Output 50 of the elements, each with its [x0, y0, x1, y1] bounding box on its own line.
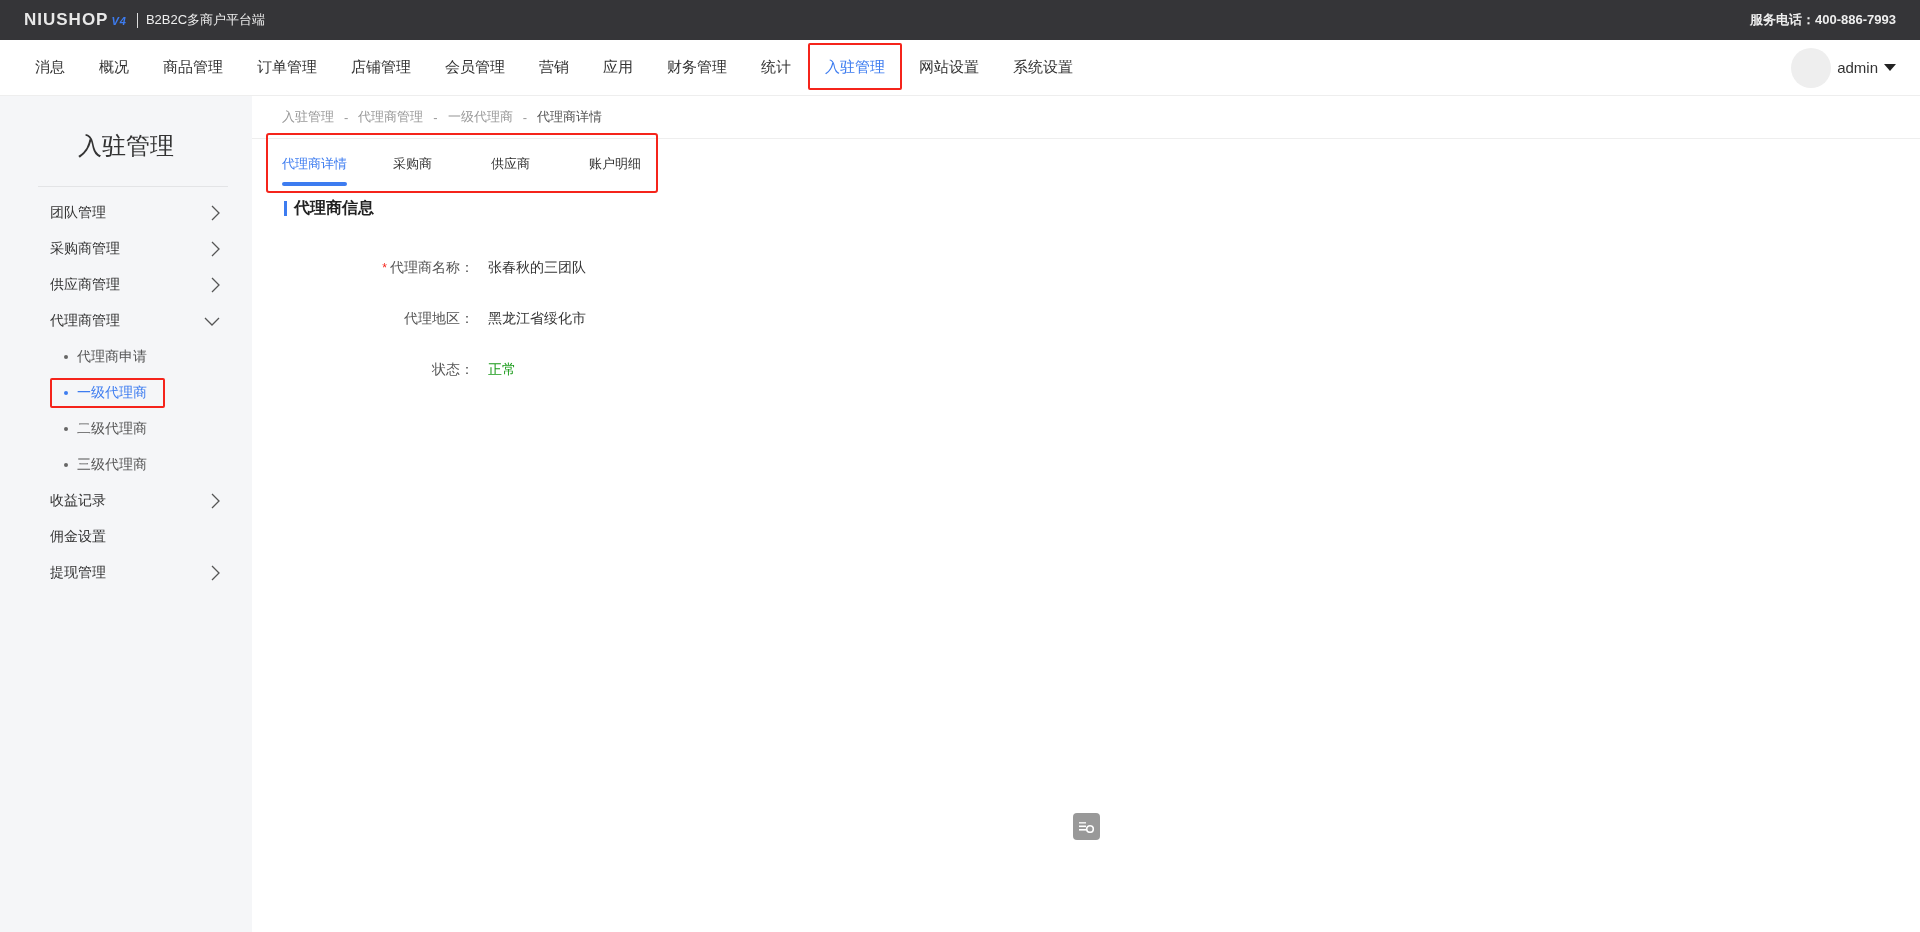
required-asterisk: *	[382, 260, 387, 275]
nav-item[interactable]: 入驻管理	[808, 40, 902, 95]
sidebar-item[interactable]: 团队管理	[50, 204, 106, 222]
sidebar-item[interactable]: 佣金设置	[50, 528, 106, 546]
nav-item[interactable]: 网站设置	[902, 40, 996, 95]
submenu-item[interactable]: 三级代理商	[77, 456, 147, 474]
nav-item[interactable]: 财务管理	[650, 40, 744, 95]
field-label: 状态：	[432, 360, 474, 379]
section-title: 代理商信息	[294, 198, 374, 218]
service-phone: 服务电话：400-886-7993	[1750, 11, 1896, 29]
tab[interactable]: 代理商详情	[282, 147, 347, 186]
user-name[interactable]: admin	[1837, 59, 1878, 76]
sidebar-item[interactable]: 采购商管理	[50, 240, 120, 258]
nav-item[interactable]: 系统设置	[996, 40, 1090, 95]
submenu-item[interactable]: 代理商申请	[77, 348, 147, 366]
status-value: 正常	[488, 360, 516, 379]
submenu-item[interactable]: 一级代理商	[77, 384, 147, 402]
tab[interactable]: 采购商	[393, 147, 432, 186]
sidebar-item[interactable]: 提现管理	[50, 564, 106, 582]
nav-item[interactable]: 订单管理	[240, 40, 334, 95]
sidebar-item[interactable]: 代理商管理	[50, 312, 120, 330]
breadcrumb-item: 代理商详情	[537, 108, 603, 126]
nav-item[interactable]: 应用	[586, 40, 650, 95]
accent-bar	[284, 201, 287, 216]
breadcrumb-separator: -	[344, 109, 349, 125]
tab[interactable]: 账户明细	[589, 147, 641, 186]
version-label: V4	[111, 15, 127, 27]
sidebar-title: 入驻管理	[77, 131, 175, 161]
nav-item[interactable]: 统计	[744, 40, 808, 95]
field-value: 张春秋的三团队	[488, 258, 586, 277]
field-label: 代理商名称：	[390, 258, 474, 277]
caret-icon	[1884, 63, 1896, 72]
nav-item[interactable]: 消息	[18, 40, 82, 95]
logo-text: NIUSHOP	[24, 10, 109, 30]
field-label: 代理地区：	[404, 309, 474, 328]
nav-item[interactable]: 营销	[522, 40, 586, 95]
nav-item[interactable]: 会员管理	[428, 40, 522, 95]
nav-item[interactable]: 商品管理	[146, 40, 240, 95]
submenu-item[interactable]: 二级代理商	[77, 420, 147, 438]
nav-item[interactable]: 概况	[82, 40, 146, 95]
nav-item[interactable]: 店铺管理	[334, 40, 428, 95]
breadcrumb-separator: -	[433, 109, 438, 125]
platform-subtitle: B2B2C多商户平台端	[145, 11, 266, 29]
sidebar-item[interactable]: 供应商管理	[50, 276, 120, 294]
breadcrumb-separator: -	[522, 109, 528, 125]
sidebar-item[interactable]: 收益记录	[50, 492, 106, 510]
field-value: 黑龙江省绥化市	[488, 309, 586, 328]
tab[interactable]: 供应商	[491, 147, 530, 186]
floating-tool-button[interactable]	[1073, 813, 1100, 840]
list-coin-icon	[1079, 820, 1094, 833]
